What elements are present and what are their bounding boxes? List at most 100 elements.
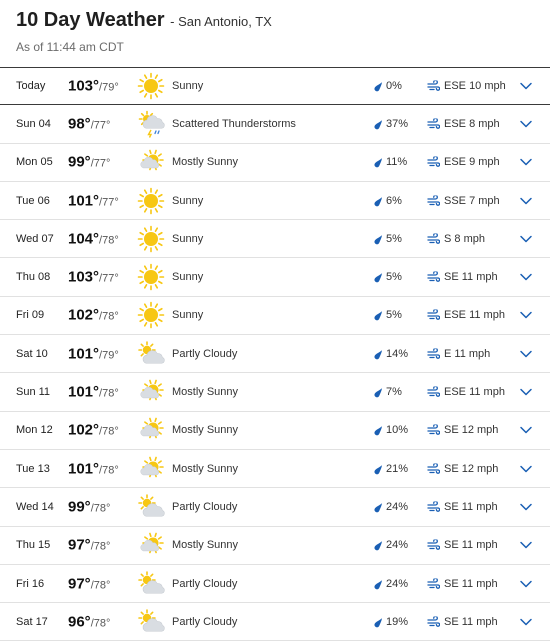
raindrop-icon (373, 348, 383, 360)
wind-label: SE 11 mph (444, 500, 498, 513)
chevron-down-icon[interactable] (519, 425, 533, 435)
raindrop-icon (373, 195, 383, 207)
high-temp: 102° (68, 306, 100, 324)
temperature-range: 103°/79° (68, 78, 119, 95)
condition-label: Mostly Sunny (172, 386, 239, 399)
wind-label: ESE 8 mph (444, 117, 500, 130)
condition-label: Partly Cloudy (172, 347, 238, 360)
title-line: 10 Day Weather - San Antonio, TX (16, 8, 534, 34)
forecast-row[interactable]: Mon 12 102°/78° Mostly Sunny 10% SE 12 m… (0, 412, 550, 450)
temperature-range: 101°/78° (68, 460, 119, 477)
partly-cloudy-icon (137, 340, 165, 368)
wind-icon (427, 538, 441, 551)
condition-label: Sunny (172, 271, 204, 284)
condition-label: Partly Cloudy (172, 577, 238, 590)
chevron-down-icon[interactable] (519, 81, 533, 91)
wind-label: SE 11 mph (444, 615, 498, 628)
raindrop-icon (373, 424, 383, 436)
wind-icon (427, 577, 441, 589)
high-temp: 101° (68, 192, 100, 210)
condition-label: Partly Cloudy (172, 615, 238, 628)
forecast-row[interactable]: Sun 11 101°/78° Mostly Sunny 7% ESE 11 m… (0, 373, 550, 412)
forecast-row[interactable]: Sun 04 98°/77° Scattered Thunderstorms 3… (0, 105, 550, 144)
forecast-row[interactable]: Thu 08 103°/77° Sunny 5% SE 11 mph (0, 258, 550, 297)
temperature-range: 101°/79° (68, 345, 119, 362)
sun-icon (137, 301, 165, 329)
wind-icon (427, 615, 441, 627)
sun-icon (137, 225, 165, 253)
day-label: Tue 13 (16, 462, 50, 475)
low-temp: /78° (99, 425, 119, 438)
wind-label: SE 11 mph (444, 271, 498, 284)
day-label: Today (16, 80, 46, 93)
low-temp: /77° (99, 272, 119, 285)
low-temp: /79° (99, 349, 119, 362)
condition-label: Mostly Sunny (172, 539, 239, 552)
high-temp: 96° (68, 613, 91, 631)
chevron-down-icon[interactable] (519, 502, 533, 512)
chevron-down-icon[interactable] (519, 234, 533, 244)
chevron-down-icon[interactable] (519, 157, 533, 167)
condition-label: Mostly Sunny (172, 462, 239, 475)
temperature-range: 99°/78° (68, 498, 110, 515)
wind-label: ESE 9 mph (444, 156, 500, 169)
forecast-row[interactable]: Tue 13 101°/78° Mostly Sunny 21% SE 12 m… (0, 450, 550, 489)
high-temp: 101° (68, 460, 100, 478)
forecast-row[interactable]: Fri 16 97°/78° Partly Cloudy 24% SE 11 m… (0, 565, 550, 604)
raindrop-icon (373, 80, 383, 92)
condition-label: Mostly Sunny (172, 156, 239, 169)
forecast-row[interactable]: Sat 10 101°/79° Partly Cloudy 14% E 11 m… (0, 335, 550, 374)
precip-chance: 24% (386, 539, 409, 552)
wind-icon (427, 309, 441, 321)
page-title: 10 Day Weather (16, 9, 165, 31)
wind-label: E 11 mph (444, 347, 491, 360)
wind-icon (427, 462, 441, 474)
forecast-row[interactable]: Wed 07 104°/78° Sunny 5% S 8 mph (0, 220, 550, 259)
chevron-down-icon[interactable] (519, 579, 533, 589)
temperature-range: 102°/78° (68, 307, 119, 324)
high-temp: 103° (68, 77, 100, 95)
day-label: Mon 05 (16, 156, 53, 169)
chevron-down-icon[interactable] (519, 464, 533, 474)
low-temp: /78° (90, 617, 111, 630)
high-temp: 101° (68, 383, 100, 401)
wind-icon (427, 347, 441, 359)
forecast-row[interactable]: Tue 06 101°/77° Sunny 6% SSE 7 mph (0, 182, 550, 221)
day-label: Sun 11 (16, 386, 51, 399)
temperature-range: 101°/78° (68, 384, 119, 401)
condition-label: Sunny (172, 194, 204, 207)
chevron-down-icon[interactable] (519, 617, 533, 627)
low-temp: /77° (99, 196, 119, 209)
precip-chance: 7% (386, 386, 402, 399)
wind-label: ESE 11 mph (444, 309, 505, 322)
chevron-down-icon[interactable] (519, 387, 533, 397)
precip-chance: 21% (386, 462, 409, 475)
day-label: Fri 09 (16, 309, 45, 322)
day-label: Fri 16 (16, 577, 45, 590)
raindrop-icon (373, 118, 383, 130)
thunderstorm-icon (137, 110, 165, 138)
sun-icon (137, 187, 165, 215)
chevron-down-icon[interactable] (519, 272, 533, 282)
chevron-down-icon[interactable] (519, 310, 533, 320)
mostly-sunny-icon (137, 378, 165, 406)
forecast-row[interactable]: Fri 09 102°/78° Sunny 5% ESE 11 mph (0, 297, 550, 336)
chevron-down-icon[interactable] (519, 349, 533, 359)
forecast-row[interactable]: Mon 05 99°/77° Mostly Sunny 11% ESE 9 mp… (0, 144, 550, 182)
forecast-row[interactable]: Today 103°/79° Sunny 0% ESE 10 mph (0, 67, 550, 106)
wind-icon (427, 156, 441, 168)
high-temp: 97° (68, 536, 91, 554)
low-temp: /78° (90, 540, 111, 553)
raindrop-icon (373, 616, 383, 628)
forecast-row[interactable]: Thu 15 97°/78° Mostly Sunny 24% SE 11 mp… (0, 527, 550, 565)
chevron-down-icon[interactable] (519, 540, 533, 550)
chevron-down-icon[interactable] (519, 119, 533, 129)
forecast-row[interactable]: Sat 17 96°/78° Partly Cloudy 19% SE 11 m… (0, 603, 550, 641)
chevron-down-icon[interactable] (519, 196, 533, 206)
temperature-range: 97°/78° (68, 537, 110, 554)
precip-chance: 24% (386, 500, 409, 513)
high-temp: 99° (68, 498, 91, 516)
forecast-row[interactable]: Wed 14 99°/78° Partly Cloudy 24% SE 11 m… (0, 488, 550, 527)
precip-chance: 5% (386, 271, 402, 284)
wind-icon (427, 424, 441, 436)
